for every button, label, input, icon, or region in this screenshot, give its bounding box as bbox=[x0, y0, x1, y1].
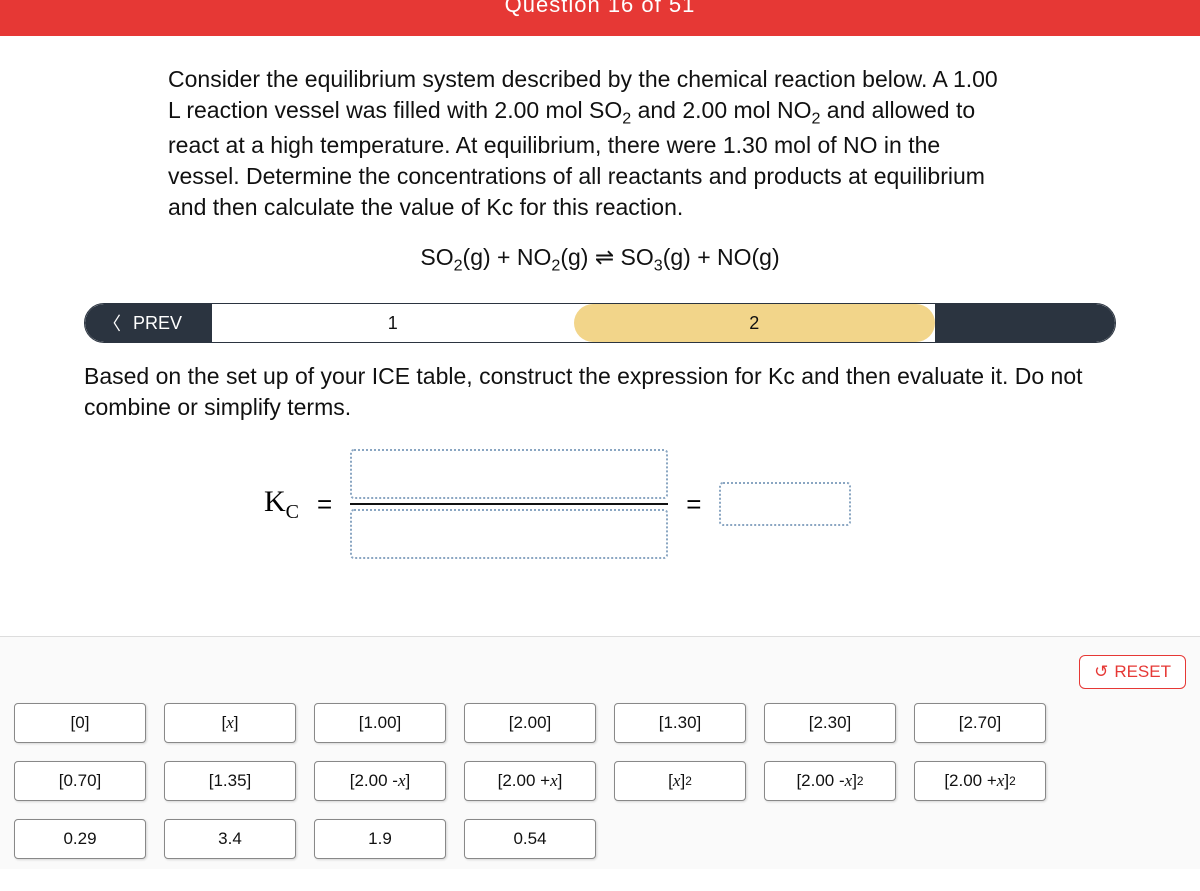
tiles-area: ↺ RESET [0] [x] [1.00] [2.00] [1.30] [2.30] [2… bbox=[0, 636, 1200, 869]
tile-8[interactable]: [1.35] bbox=[164, 761, 296, 801]
content: Consider the equilibrium system describe… bbox=[0, 64, 1200, 563]
fraction bbox=[350, 445, 668, 563]
step-1[interactable]: 1 bbox=[212, 304, 573, 342]
header-title: Question 16 of 51 bbox=[505, 0, 696, 18]
equals-sign-1: = bbox=[317, 489, 332, 520]
tile-11[interactable]: [x]2 bbox=[614, 761, 746, 801]
fraction-line bbox=[350, 503, 668, 505]
tile-13[interactable]: [2.00 + x]2 bbox=[914, 761, 1046, 801]
equation: SO2(g) + NO2(g) ⇌ SO3(g) + NO(g) bbox=[0, 244, 1200, 276]
tile-17[interactable]: 0.54 bbox=[464, 819, 596, 859]
reset-label: RESET bbox=[1114, 662, 1171, 682]
denominator-slot[interactable] bbox=[350, 509, 668, 559]
result-slot[interactable] bbox=[719, 482, 851, 526]
kc-expression: KC = = bbox=[264, 445, 1200, 563]
tile-7[interactable]: [0.70] bbox=[14, 761, 146, 801]
step-2[interactable]: 2 bbox=[574, 304, 935, 342]
reset-button[interactable]: ↺ RESET bbox=[1079, 655, 1186, 689]
reset-icon: ↺ bbox=[1094, 662, 1108, 682]
tile-5[interactable]: [2.30] bbox=[764, 703, 896, 743]
tile-1[interactable]: [x] bbox=[164, 703, 296, 743]
tile-3[interactable]: [2.00] bbox=[464, 703, 596, 743]
prev-label: PREV bbox=[133, 313, 182, 334]
sub-prompt: Based on the set up of your ICE table, c… bbox=[84, 361, 1116, 423]
tile-4[interactable]: [1.30] bbox=[614, 703, 746, 743]
tile-9[interactable]: [2.00 - x] bbox=[314, 761, 446, 801]
tile-0[interactable]: [0] bbox=[14, 703, 146, 743]
tile-12[interactable]: [2.00 - x]2 bbox=[764, 761, 896, 801]
tile-15[interactable]: 3.4 bbox=[164, 819, 296, 859]
header-bar: Question 16 of 51 bbox=[0, 0, 1200, 36]
step-nav: 〈 PREV 1 2 bbox=[84, 303, 1116, 343]
prev-button[interactable]: 〈 PREV bbox=[85, 304, 212, 342]
tile-16[interactable]: 1.9 bbox=[314, 819, 446, 859]
chevron-left-icon: 〈 bbox=[103, 310, 121, 336]
tile-6[interactable]: [2.70] bbox=[914, 703, 1046, 743]
question-text: Consider the equilibrium system describe… bbox=[168, 64, 998, 224]
step-nav-end bbox=[935, 304, 1115, 342]
equals-sign-2: = bbox=[686, 489, 701, 520]
tile-2[interactable]: [1.00] bbox=[314, 703, 446, 743]
numerator-slot[interactable] bbox=[350, 449, 668, 499]
tiles-grid: [0] [x] [1.00] [2.00] [1.30] [2.30] [2.70] [0.7… bbox=[14, 703, 1186, 859]
tile-14[interactable]: 0.29 bbox=[14, 819, 146, 859]
tile-10[interactable]: [2.00 + x] bbox=[464, 761, 596, 801]
kc-label: KC bbox=[264, 485, 299, 524]
